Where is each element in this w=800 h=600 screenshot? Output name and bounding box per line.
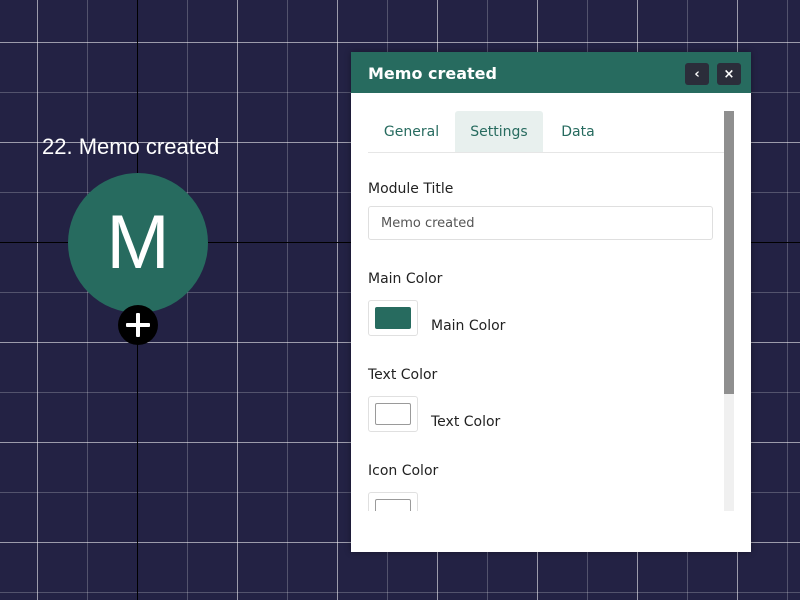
icon-color-swatch[interactable] xyxy=(368,492,418,511)
close-icon: × xyxy=(723,66,735,82)
node-letter: M xyxy=(106,200,170,285)
memo-node[interactable]: M xyxy=(68,173,208,313)
icon-color-preview xyxy=(375,499,411,511)
main-color-label: Main Color xyxy=(368,271,443,287)
workflow-canvas[interactable]: 22. Memo created M Memo created ‹ × Gene… xyxy=(0,0,800,600)
panel-header: Memo created ‹ × xyxy=(351,52,751,93)
text-color-caption: Text Color xyxy=(431,414,501,430)
main-color-caption: Main Color xyxy=(431,318,506,334)
node-label: 22. Memo created xyxy=(42,134,220,159)
panel-body: General Settings Data Module Title Main … xyxy=(351,93,734,511)
text-color-swatch[interactable] xyxy=(368,396,418,432)
icon-color-label: Icon Color xyxy=(368,463,439,479)
chevron-left-icon: ‹ xyxy=(694,66,700,82)
panel-scrollbar[interactable] xyxy=(724,111,734,511)
collapse-panel-button[interactable]: ‹ xyxy=(685,63,709,85)
scrollbar-thumb[interactable] xyxy=(724,111,734,394)
module-title-input[interactable] xyxy=(368,206,713,240)
tab-data[interactable]: Data xyxy=(543,111,613,152)
module-title-label: Module Title xyxy=(368,181,454,197)
main-color-preview xyxy=(375,307,411,329)
tab-settings[interactable]: Settings xyxy=(455,111,543,152)
main-color-swatch[interactable] xyxy=(368,300,418,336)
panel-title: Memo created xyxy=(368,64,497,83)
tab-general[interactable]: General xyxy=(368,111,455,152)
panel-tabs: General Settings Data xyxy=(368,111,724,153)
text-color-preview xyxy=(375,403,411,425)
settings-panel: Memo created ‹ × General Settings Data M… xyxy=(351,52,751,552)
add-node-button[interactable] xyxy=(118,305,158,345)
close-panel-button[interactable]: × xyxy=(717,63,741,85)
text-color-label: Text Color xyxy=(368,367,438,383)
